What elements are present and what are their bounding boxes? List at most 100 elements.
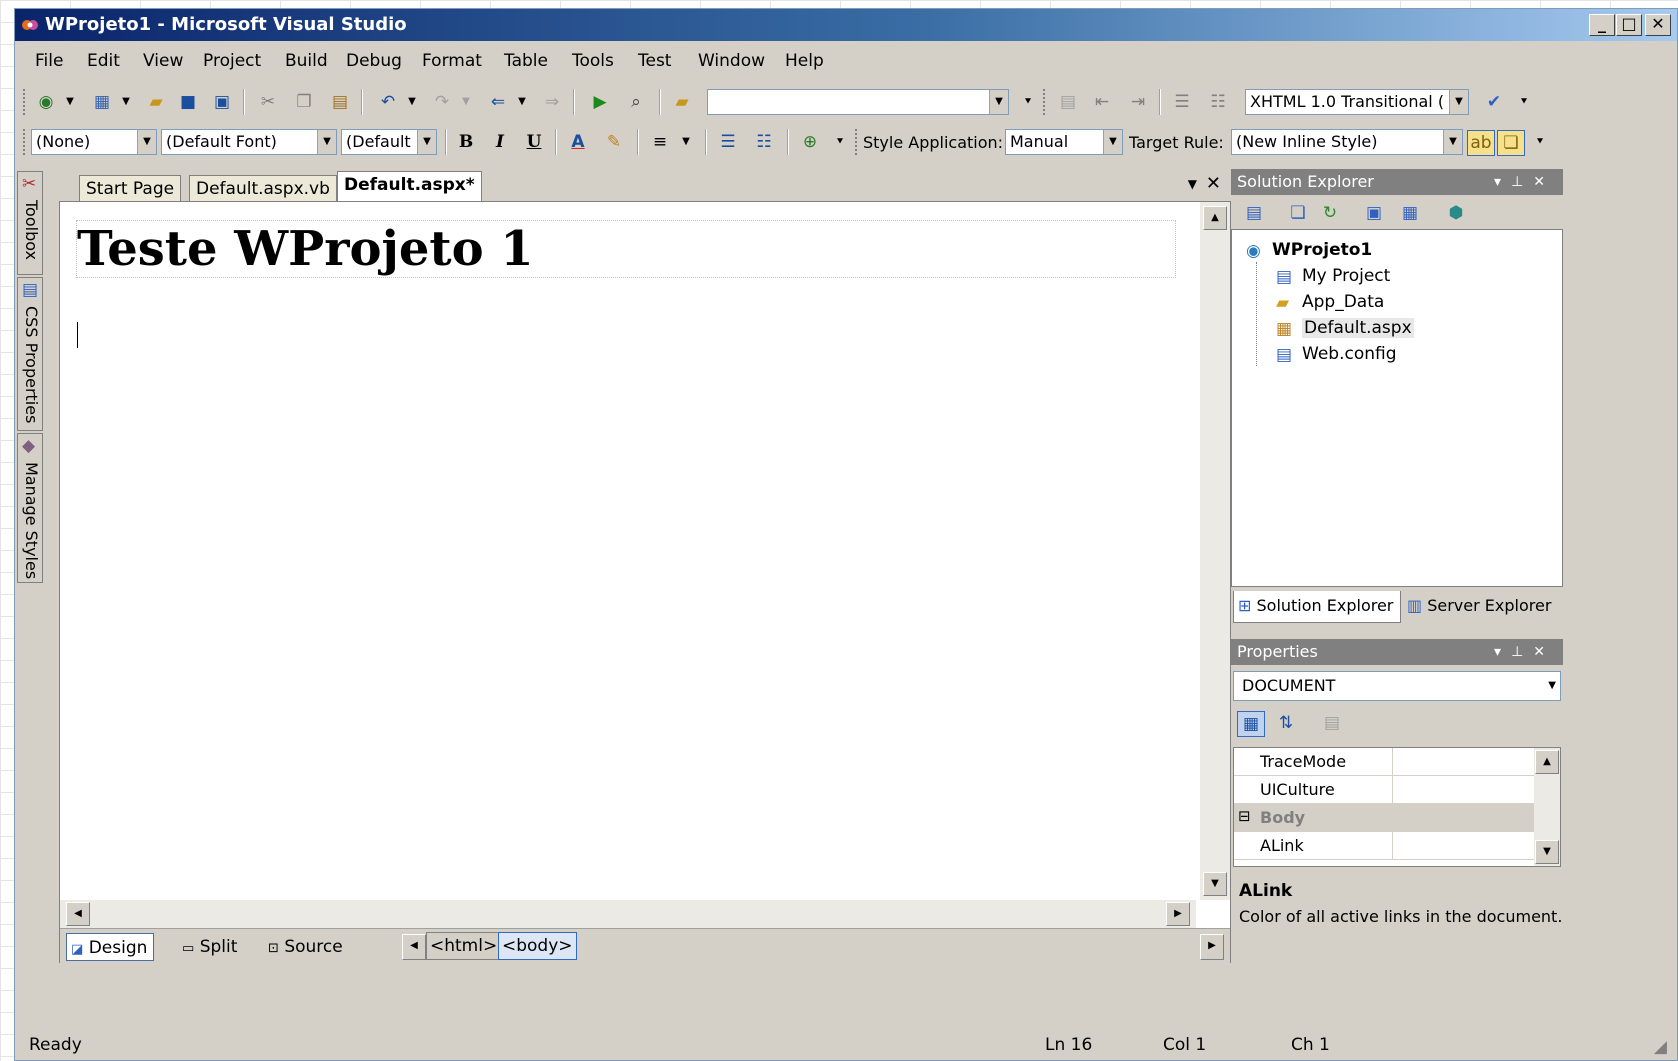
dropdown-arrow-icon[interactable]: ▼ (399, 90, 425, 114)
chevron-down-icon[interactable]: ▼ (317, 130, 336, 154)
chevron-down-icon[interactable]: ▼ (1548, 672, 1556, 700)
panel-window-buttons[interactable]: ▾⊥✕ (1494, 169, 1555, 195)
property-grid-scrollbar[interactable]: ▲ ▼ (1534, 748, 1560, 866)
properties-icon[interactable]: ▤ (1241, 201, 1267, 225)
numbered-list-icon[interactable]: ☷ (751, 130, 777, 154)
collapse-icon[interactable]: ⊟ (1238, 807, 1251, 825)
dropdown-arrow-icon[interactable]: ▼ (509, 90, 535, 114)
editor-horizontal-scrollbar[interactable]: ◀ ▶ (60, 900, 1196, 928)
property-value[interactable] (1392, 748, 1535, 775)
block-format-combo[interactable]: (None) ▼ (31, 129, 157, 155)
dropdown-arrow-icon[interactable]: ▼ (57, 90, 83, 114)
menu-view[interactable]: View (143, 51, 183, 71)
chevron-down-icon[interactable]: ▼ (989, 90, 1008, 114)
reuse-styles-icon[interactable]: ❏ (1497, 130, 1525, 156)
validation-schema-combo[interactable]: XHTML 1.0 Transitional ( ▼ (1245, 89, 1469, 115)
menu-project[interactable]: Project (203, 51, 261, 71)
tab-default-aspx-vb[interactable]: Default.aspx.vb (189, 175, 337, 201)
tree-project-node[interactable]: ◉ WProjeto1 (1246, 240, 1372, 261)
nest-related-files-icon[interactable]: ▣ (1361, 201, 1387, 225)
close-document-icon[interactable]: ✕ (1206, 173, 1221, 194)
source-view-button[interactable]: ⊡ Source (264, 933, 349, 961)
resize-grip-icon[interactable]: ◢ (1654, 1037, 1667, 1057)
chevron-down-icon[interactable]: ▼ (1449, 90, 1468, 114)
menu-window[interactable]: Window (698, 51, 765, 71)
start-debugging-icon[interactable]: ▶ (587, 90, 613, 114)
chevron-down-icon[interactable]: ▼ (1443, 130, 1462, 154)
categorized-icon[interactable]: ▦ (1237, 711, 1265, 737)
hyperlink-icon[interactable]: ⊕ (797, 130, 823, 154)
save-icon[interactable]: ■ (175, 90, 201, 114)
chevron-down-icon[interactable]: ▼ (417, 130, 436, 154)
new-project-icon[interactable]: ◉ (33, 90, 59, 114)
search-combo[interactable]: ▼ (707, 89, 1009, 115)
paste-icon[interactable]: ▤ (327, 90, 353, 114)
menu-debug[interactable]: Debug (346, 51, 402, 71)
menu-format[interactable]: Format (422, 51, 482, 71)
split-view-button[interactable]: ▭ Split (178, 933, 243, 961)
panel-window-buttons[interactable]: ▾⊥✕ (1494, 639, 1555, 665)
toolbox-tab[interactable]: ✂ Toolbox (17, 171, 43, 275)
tab-solution-explorer[interactable]: ⊞ Solution Explorer (1233, 591, 1401, 623)
menu-test[interactable]: Test (638, 51, 671, 71)
italic-button[interactable]: I (487, 130, 513, 154)
scroll-right-icon[interactable]: ▶ (1166, 902, 1190, 926)
document-outline-icon[interactable]: ▤ (1055, 90, 1081, 114)
property-value[interactable] (1392, 832, 1535, 859)
scroll-left-icon[interactable]: ◀ (66, 902, 90, 926)
tab-default-aspx[interactable]: Default.aspx* (337, 171, 482, 201)
menu-help[interactable]: Help (785, 51, 824, 71)
title-bar[interactable]: WProjeto1 - Microsoft Visual Studio _ □ … (15, 9, 1677, 41)
solution-configurations-icon[interactable]: ▰ (669, 90, 695, 114)
view-designer-icon[interactable]: ▦ (1397, 201, 1423, 225)
dropdown-arrow-icon[interactable]: ▼ (113, 90, 139, 114)
show-all-files-icon[interactable]: ❏ (1285, 201, 1311, 225)
properties-title-bar[interactable]: Properties ▾⊥✕ (1231, 639, 1563, 665)
undo-icon[interactable]: ↶ (375, 90, 401, 114)
navigate-forward-icon[interactable]: ⇒ (539, 90, 565, 114)
toolbar-grip[interactable] (855, 129, 860, 155)
copy-website-icon[interactable]: ⬢ (1443, 201, 1469, 225)
navigate-backward-icon[interactable]: ⇐ (485, 90, 511, 114)
alphabetical-sort-icon[interactable]: ⇅ (1273, 711, 1299, 735)
dropdown-arrow-icon[interactable]: ▼ (673, 130, 699, 154)
add-item-icon[interactable]: ▦ (89, 90, 115, 114)
refresh-icon[interactable]: ↻ (1317, 201, 1343, 225)
dropdown-arrow-icon[interactable]: ▼ (453, 90, 479, 114)
property-row[interactable]: TraceMode (1234, 748, 1534, 776)
maximize-button[interactable]: □ (1616, 14, 1642, 36)
redo-icon[interactable]: ↷ (429, 90, 455, 114)
tag-scroll-right-icon[interactable]: ▶ (1200, 934, 1224, 960)
scroll-down-icon[interactable]: ▼ (1203, 872, 1227, 896)
tree-item-default-aspx[interactable]: ▦ Default.aspx (1276, 318, 1414, 339)
active-files-dropdown-icon[interactable]: ▼ (1188, 177, 1197, 191)
toolbar-overflow-icon[interactable]: ⯆ (1511, 90, 1537, 114)
property-row[interactable]: ALink (1234, 832, 1534, 860)
tree-item-my-project[interactable]: ▤ My Project (1276, 266, 1390, 287)
font-size-combo[interactable]: (Default ▼ (341, 129, 437, 155)
properties-object-combo[interactable]: DOCUMENT ▼ (1233, 671, 1561, 701)
background-color-icon[interactable]: ✎ (601, 130, 627, 154)
copy-icon[interactable]: ❐ (291, 90, 317, 114)
check-accessibility-icon[interactable]: ✔ (1481, 90, 1507, 114)
increase-indent-icon[interactable]: ⇥ (1125, 90, 1151, 114)
bulleted-list-icon[interactable]: ☰ (715, 130, 741, 154)
manage-styles-tab[interactable]: ◆ Manage Styles (17, 433, 43, 583)
design-view-button[interactable]: ◪ Design (66, 933, 155, 961)
tab-server-explorer[interactable]: ▥ Server Explorer (1403, 591, 1561, 623)
property-category-row[interactable]: ⊟ Body (1234, 804, 1534, 832)
decrease-indent-icon[interactable]: ⇤ (1089, 90, 1115, 114)
scroll-up-icon[interactable]: ▲ (1535, 750, 1559, 774)
save-all-icon[interactable]: ▣ (209, 90, 235, 114)
target-rule-combo[interactable]: (New Inline Style) ▼ (1231, 129, 1463, 155)
tag-body[interactable]: <body> (498, 932, 577, 960)
menu-build[interactable]: Build (285, 51, 328, 71)
style-application-combo[interactable]: Manual ▼ (1005, 129, 1123, 155)
toolbar-overflow-icon[interactable]: ⯆ (1015, 90, 1041, 114)
toolbar-grip[interactable] (23, 129, 28, 155)
font-name-combo[interactable]: (Default Font) ▼ (161, 129, 337, 155)
apply-style-icon[interactable]: ab (1467, 130, 1495, 156)
justify-icon[interactable]: ≡ (647, 130, 673, 154)
tab-start-page[interactable]: Start Page (79, 175, 182, 201)
close-button[interactable]: ✕ (1645, 14, 1671, 36)
